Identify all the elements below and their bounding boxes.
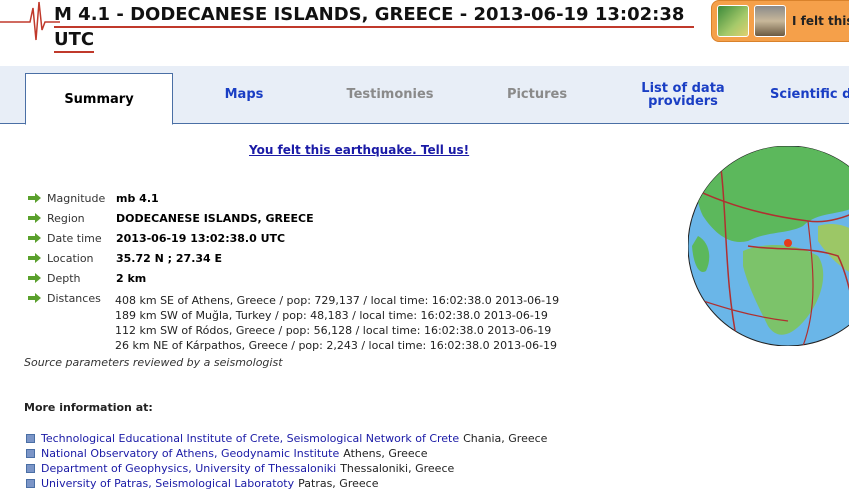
seismogram-logo [0, 1, 60, 41]
page-title: M 4.1 - DODECANESE ISLANDS, GREECE - 201… [54, 3, 694, 53]
institute-location: Thessaloniki, Greece [340, 462, 455, 475]
reviewed-note: Source parameters reviewed by a seismolo… [24, 356, 283, 369]
institute-location: Patras, Greece [298, 477, 379, 490]
location-value: 35.72 N ; 27.34 E [116, 252, 223, 265]
tab-data-providers[interactable]: List of data providers [628, 66, 738, 123]
region-row: Region DODECANESE ISLANDS, GREECE [28, 212, 314, 232]
depth-value: 2 km [116, 272, 147, 285]
bullet-icon [26, 479, 35, 488]
date-time-row: Date time 2013-06-19 13:02:38.0 UTC [28, 232, 314, 252]
depth-label: Depth [47, 272, 81, 285]
green-arrow-icon [28, 213, 41, 223]
title-line-2: UTC [54, 28, 95, 53]
green-arrow-icon [28, 253, 41, 263]
bullet-icon [26, 434, 35, 443]
green-arrow-icon [28, 273, 41, 283]
list-item: National Observatory of Athens, Geodynam… [26, 446, 547, 461]
bullet-icon [26, 464, 35, 473]
magnitude-row: Magnitude mb 4.1 [28, 192, 314, 212]
bullet-icon [26, 449, 35, 458]
depth-row: Depth 2 km [28, 272, 314, 292]
damage-photo-thumbnail-icon [754, 5, 786, 37]
date-time-value: 2013-06-19 13:02:38.0 UTC [116, 232, 286, 245]
green-arrow-icon [28, 293, 41, 303]
date-time-label: Date time [47, 232, 102, 245]
magnitude-value: mb 4.1 [116, 192, 159, 205]
distance-item: 189 km SW of Muğla, Turkey / pop: 48,183… [115, 309, 548, 322]
list-item: Department of Geophysics, University of … [26, 461, 547, 476]
institute-location: Athens, Greece [343, 447, 428, 460]
tab-pictures[interactable]: Pictures [480, 66, 594, 123]
map-thumbnail-icon [717, 5, 749, 37]
location-label: Location [47, 252, 94, 265]
tab-testimonies[interactable]: Testimonies [330, 66, 450, 123]
list-item: University of Patras, Seismological Labo… [26, 476, 547, 491]
distance-item: 26 km NE of Kárpathos, Greece / pop: 2,2… [115, 339, 558, 352]
more-info-list: Technological Educational Institute of C… [26, 431, 547, 491]
globe-map[interactable] [688, 146, 849, 346]
institute-link[interactable]: Department of Geophysics, University of … [41, 461, 336, 476]
tab-maps[interactable]: Maps [190, 66, 298, 123]
tab-bar: Summary Maps Testimonies Pictures List o… [0, 66, 849, 125]
tab-scientific[interactable]: Scientific d [770, 66, 849, 123]
more-info-heading: More information at: [24, 401, 153, 414]
region-value: DODECANESE ISLANDS, GREECE [116, 212, 314, 225]
distances-list: 408 km SE of Athens, Greece / pop: 729,1… [115, 293, 559, 353]
list-item: Technological Educational Institute of C… [26, 431, 547, 446]
institute-link[interactable]: Technological Educational Institute of C… [41, 431, 459, 446]
epicenter-marker [784, 239, 792, 247]
i-felt-this-button[interactable]: I felt this [711, 0, 849, 42]
region-label: Region [47, 212, 85, 225]
felt-earthquake-link[interactable]: You felt this earthquake. Tell us! [249, 143, 469, 157]
i-felt-this-label: I felt this [792, 14, 849, 28]
distance-item: 408 km SE of Athens, Greece / pop: 729,1… [115, 294, 560, 307]
magnitude-label: Magnitude [47, 192, 106, 205]
institute-link[interactable]: National Observatory of Athens, Geodynam… [41, 446, 339, 461]
distance-item: 112 km SW of Ródos, Greece / pop: 56,128… [115, 324, 552, 337]
tab-summary[interactable]: Summary [25, 73, 173, 125]
institute-location: Chania, Greece [463, 432, 548, 445]
green-arrow-icon [28, 233, 41, 243]
institute-link[interactable]: University of Patras, Seismological Labo… [41, 476, 294, 491]
title-line-1: M 4.1 - DODECANESE ISLANDS, GREECE - 201… [54, 3, 694, 28]
green-arrow-icon [28, 193, 41, 203]
location-row: Location 35.72 N ; 27.34 E [28, 252, 314, 272]
distances-label: Distances [47, 292, 101, 305]
